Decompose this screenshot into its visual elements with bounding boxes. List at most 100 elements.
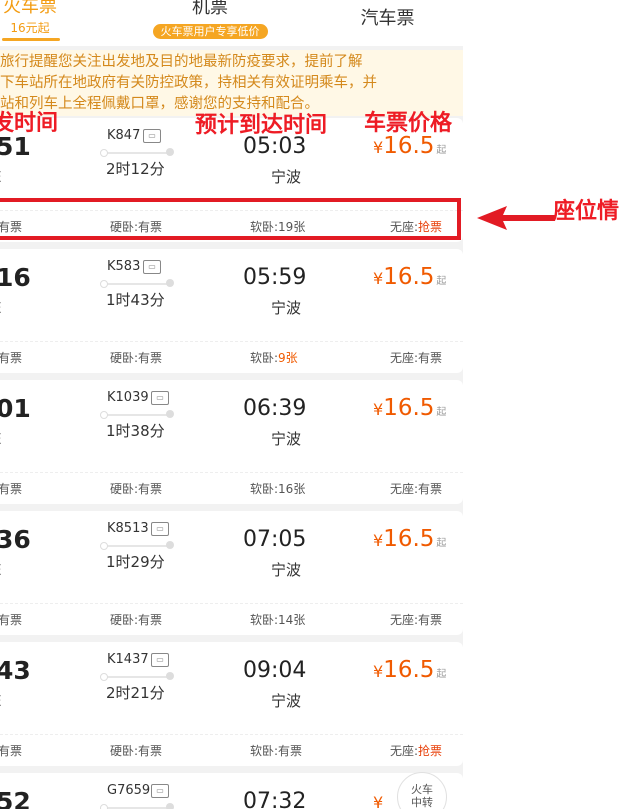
train-card[interactable]: :36EK8513▭1时29分07:05宁波¥16.5起有票硬卧:有票软卧:14… [0,511,463,635]
travel-duration: 1时29分 [106,553,165,571]
origin-dot [100,149,108,157]
route-track [100,541,174,550]
seat-availability: 有票 [278,744,303,758]
seat-info: 硬卧:有票 [110,349,162,366]
price-value: 16.5 [383,395,435,421]
arrival-time: 07:05 [243,527,307,552]
destination-dot [166,541,174,549]
route-track [100,672,174,681]
price-from-label: 起 [436,538,447,549]
seat-info: 硬卧:有票 [110,480,162,497]
seat-type: 硬卧: [110,351,139,365]
seat-availability: 14张 [278,613,306,627]
origin-dot [100,280,108,288]
tab-train-price: 16元起 [10,21,50,35]
origin-dot [100,673,108,681]
train-list-page: 火车票 16元起 机票 火车票用户专享低价 汽车票 旅行提醒您关注出发地及目的地… [0,0,463,809]
ticket-price: ¥16.5 起 [373,657,446,683]
destination-dot [166,279,174,287]
train-card[interactable]: :43EK1437▭2时21分09:04宁波¥16.5起有票硬卧:有票软卧:有票… [0,642,463,766]
tab-plane-label: 机票 [192,0,228,18]
id-card-icon: ▭ [143,129,161,143]
annotation-seat: 座位情 [553,199,619,224]
seat-highlight-box [0,198,461,240]
arrival-station: 宁波 [271,168,302,186]
train-card[interactable]: :01EK1039▭1时38分06:39宁波¥16.5起有票硬卧:有票软卧:16… [0,380,463,504]
route-track [100,148,174,157]
seat-info[interactable]: 无座:抢票 [390,742,442,759]
seat-info: 无座:有票 [390,480,442,497]
seat-divider [0,603,463,605]
seat-type: 硬卧: [110,482,139,496]
origin-dot [100,542,108,550]
tab-plane[interactable]: 机票 火车票用户专享低价 [140,0,280,39]
ticket-price: ¥16.5 起 [373,264,446,290]
plane-promo-badge: 火车票用户专享低价 [152,24,268,39]
train-number: K1039 [107,390,149,405]
id-card-icon: ▭ [143,260,161,274]
id-card-icon: ▭ [151,653,169,667]
price-from-label: 起 [436,145,447,156]
departure-station: E [0,692,1,710]
arrival-station: 宁波 [271,692,302,710]
transport-tabs: 火车票 16元起 机票 火车票用户专享低价 汽车票 [0,0,463,46]
seat-type: 无座: [390,351,419,365]
train-number: K583 [107,259,141,274]
origin-dot [100,804,108,809]
seat-availability: 有票 [138,613,163,627]
seat-divider [0,341,463,343]
ticket-price: ¥ [373,788,385,809]
travel-duration: 2时21分 [106,684,165,702]
seat-info: 硬卧:有票 [110,742,162,759]
id-card-icon: ▭ [151,784,169,798]
seat-availability: 有票 [138,351,163,365]
route-track [100,410,174,419]
seat-info: 有票 [0,480,22,497]
tab-train[interactable]: 火车票 16元起 [0,0,66,41]
route-track [100,279,174,288]
seat-info: 软卧:16张 [250,480,305,497]
departure-time: :01 [0,394,31,423]
travel-duration: 1时38分 [106,422,165,440]
seat-status: 有票 [0,351,23,365]
price-value: 16.5 [383,526,435,552]
seat-info: 软卧:14张 [250,611,305,628]
train-number: G7659 [107,783,151,798]
train-card[interactable]: :16EK583▭1时43分05:59宁波¥16.5起有票硬卧:有票软卧:9张无… [0,249,463,373]
seat-availability: 有票 [418,351,443,365]
departure-station: E [0,168,1,186]
seat-type: 硬卧: [110,613,139,627]
tab-train-label: 火车票 [3,0,57,17]
price-from-label: 起 [436,276,447,287]
price-from-label: 起 [436,669,447,680]
departure-station: E [0,561,1,579]
transfer-label: 火车 [411,783,433,796]
seat-type: 软卧: [250,613,279,627]
travel-duration: 2时12分 [106,160,165,178]
currency-symbol: ¥ [373,662,384,681]
currency-symbol: ¥ [373,138,384,157]
departure-station: E [0,299,1,317]
price-from-label: 起 [436,407,447,418]
tab-bus[interactable]: 汽车票 [340,6,435,32]
seat-divider [0,734,463,736]
seat-status: 有票 [0,613,23,627]
annotation-price: 车票价格 [364,111,453,136]
arrival-station: 宁波 [271,299,302,317]
seat-divider [0,472,463,474]
seat-info: 软卧:9张 [250,349,298,366]
train-card[interactable]: :52 G7659▭ 07:32 ¥ [0,773,463,809]
seat-availability: 9张 [278,351,298,365]
seat-availability: 有票 [418,613,443,627]
seat-type: 软卧: [250,482,279,496]
destination-dot [166,148,174,156]
departure-time: :52 [0,787,31,809]
seat-type: 软卧: [250,744,279,758]
price-value: 16.5 [383,657,435,683]
seat-availability: 有票 [138,744,163,758]
ticket-price: ¥16.5 起 [373,526,446,552]
ticket-price: ¥16.5 起 [373,395,446,421]
seat-type: 无座: [390,744,419,758]
train-number: K8513 [107,521,149,536]
seat-availability: 抢票 [418,744,443,758]
